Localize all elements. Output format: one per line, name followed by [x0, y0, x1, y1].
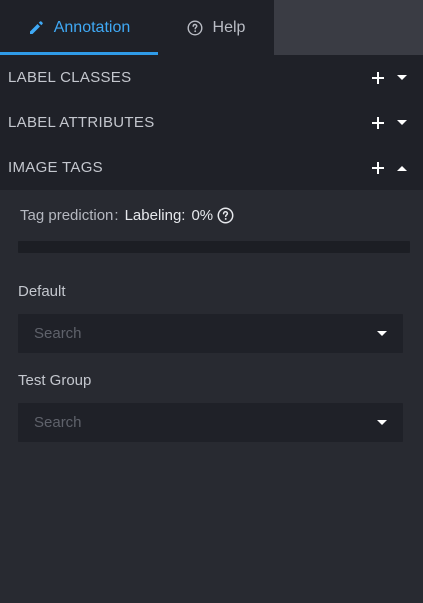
caret-down-icon [377, 419, 387, 426]
caret-down-icon[interactable] [397, 74, 407, 81]
labeling-progress-bar [18, 241, 410, 253]
caret-up-icon[interactable] [397, 165, 407, 171]
plus-icon[interactable] [371, 116, 385, 130]
tab-help[interactable]: Help [158, 0, 274, 55]
help-circle-icon [187, 19, 203, 36]
section-label-attributes-title: LABEL ATTRIBUTES [8, 114, 155, 131]
tag-prediction-row: Tag prediction : Labeling: 0% [20, 207, 234, 224]
tab-bar: Annotation Help [0, 0, 423, 55]
default-tag-select[interactable]: Search [18, 314, 403, 353]
tab-annotation-label: Annotation [53, 18, 131, 36]
caret-down-icon [377, 330, 387, 337]
plus-icon[interactable] [371, 161, 385, 175]
group-label-default: Default [18, 283, 66, 300]
tab-annotation[interactable]: Annotation [0, 0, 158, 55]
tab-help-label: Help [212, 18, 246, 36]
section-image-tags[interactable]: IMAGE TAGS [0, 145, 423, 190]
section-label-classes[interactable]: LABEL CLASSES [0, 55, 423, 100]
tag-prediction-label: Tag prediction [20, 207, 114, 224]
default-tag-search-placeholder: Search [34, 325, 82, 342]
tag-prediction-separator: : [114, 207, 119, 224]
labeling-percent: 0% [191, 207, 214, 224]
section-image-tags-title: IMAGE TAGS [8, 159, 103, 176]
labeling-status-label: Labeling: [124, 207, 186, 224]
test-group-tag-search-placeholder: Search [34, 414, 82, 431]
group-label-test-group: Test Group [18, 372, 92, 389]
plus-icon[interactable] [371, 71, 385, 85]
pencil-icon [28, 20, 44, 36]
test-group-tag-select[interactable]: Search [18, 403, 403, 442]
help-circle-icon[interactable] [217, 207, 234, 224]
section-label-attributes[interactable]: LABEL ATTRIBUTES [0, 100, 423, 145]
section-label-classes-title: LABEL CLASSES [8, 69, 132, 86]
caret-down-icon[interactable] [397, 119, 407, 126]
